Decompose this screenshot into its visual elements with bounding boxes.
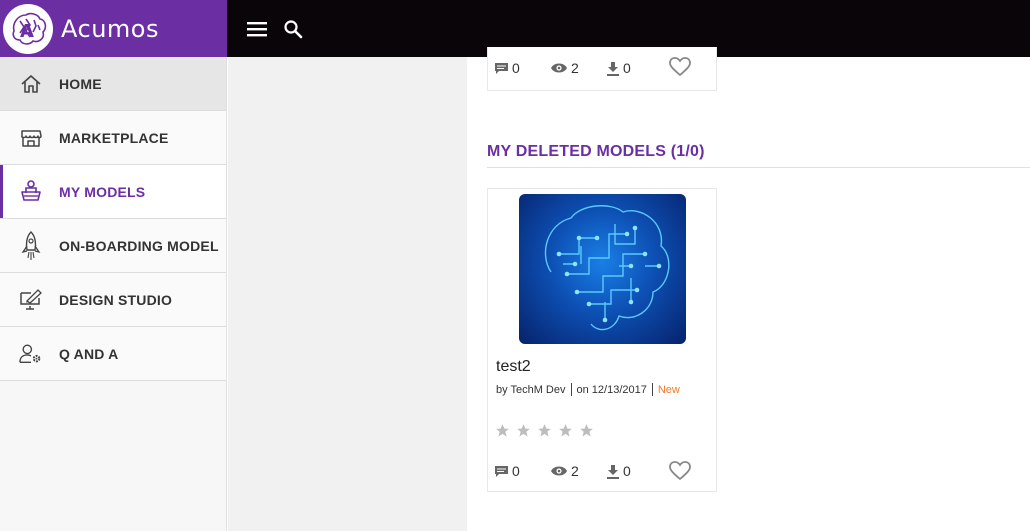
favorite-heart-icon[interactable]	[669, 461, 691, 486]
content-gutter	[228, 57, 467, 531]
download-icon	[607, 61, 619, 76]
downloads-count: 0	[623, 60, 631, 76]
views-count: 2	[571, 463, 579, 479]
favorite-heart-icon[interactable]	[669, 57, 691, 82]
model-card-partial: 0 2 0	[487, 47, 717, 91]
model-thumbnail-brain-circuit-icon[interactable]	[519, 194, 686, 344]
views-stat: 2	[550, 60, 606, 76]
sidebar-item-label: HOME	[59, 75, 102, 92]
downloads-stat: 0	[606, 60, 631, 76]
comments-count: 0	[512, 463, 520, 479]
section-divider	[487, 167, 1030, 168]
comments-stat: 0	[494, 463, 550, 479]
model-date: on 12/13/2017	[576, 383, 647, 396]
main-content: 0 2 0 MY DELETED MODELS (1/0) test2 by T…	[467, 47, 1030, 531]
downloads-count: 0	[623, 463, 631, 479]
meta-separator	[570, 383, 572, 396]
sidebar-item-on-boarding-model[interactable]: ON-BOARDING MODEL	[0, 219, 226, 273]
star-icon[interactable]	[555, 421, 576, 439]
sidebar-item-label: MY MODELS	[59, 183, 146, 200]
sidebar-item-label: DESIGN STUDIO	[59, 291, 173, 308]
star-icon[interactable]	[492, 421, 513, 439]
my-models-icon	[19, 179, 43, 204]
sidebar-item-label: MARKETPLACE	[59, 129, 169, 146]
storefront-icon	[19, 126, 43, 150]
sidebar-item-label: Q AND A	[59, 345, 119, 362]
model-name[interactable]: test2	[496, 358, 531, 376]
star-icon[interactable]	[576, 421, 597, 439]
status-badge: New	[657, 383, 680, 396]
download-icon	[607, 464, 619, 479]
brand-header: A Acumos	[0, 0, 227, 57]
downloads-stat: 0	[606, 463, 631, 479]
sidebar-item-home[interactable]: HOME	[0, 57, 226, 111]
home-icon	[19, 72, 43, 96]
sidebar-item-my-models[interactable]: MY MODELS	[0, 165, 226, 219]
model-card[interactable]: test2 by TechM Dev on 12/13/2017 New 0 2…	[487, 188, 717, 492]
comment-icon	[495, 465, 508, 477]
design-studio-icon	[19, 288, 43, 312]
brand-name: Acumos	[61, 14, 159, 43]
eye-icon	[551, 63, 567, 73]
eye-icon	[551, 466, 567, 476]
acumos-logo-icon: A	[3, 3, 53, 54]
search-icon[interactable]	[276, 12, 310, 46]
hamburger-menu-icon[interactable]	[240, 12, 274, 46]
svg-text:A: A	[20, 21, 34, 42]
model-meta: by TechM Dev on 12/13/2017 New	[496, 383, 680, 396]
comments-count: 0	[512, 60, 520, 76]
sidebar-item-marketplace[interactable]: MARKETPLACE	[0, 111, 226, 165]
sidebar-item-q-and-a[interactable]: Q AND A	[0, 327, 226, 381]
comment-icon	[495, 62, 508, 74]
sidebar-item-design-studio[interactable]: DESIGN STUDIO	[0, 273, 226, 327]
star-icon[interactable]	[534, 421, 555, 439]
meta-separator	[651, 383, 653, 396]
model-stats: 0 2 0	[494, 60, 631, 76]
section-title: MY DELETED MODELS (1/0)	[487, 143, 705, 160]
user-settings-icon	[19, 342, 43, 366]
star-icon[interactable]	[513, 421, 534, 439]
rocket-icon	[19, 230, 43, 260]
views-stat: 2	[550, 463, 606, 479]
sidebar-item-label: ON-BOARDING MODEL	[59, 237, 219, 254]
rating-stars	[492, 421, 597, 439]
model-author: by TechM Dev	[496, 383, 566, 396]
model-stats: 0 2 0	[494, 463, 631, 479]
comments-stat: 0	[494, 60, 550, 76]
views-count: 2	[571, 60, 579, 76]
sidebar: HOME MARKETPLACE MY MODELS ON-BOARDING M…	[0, 57, 227, 531]
